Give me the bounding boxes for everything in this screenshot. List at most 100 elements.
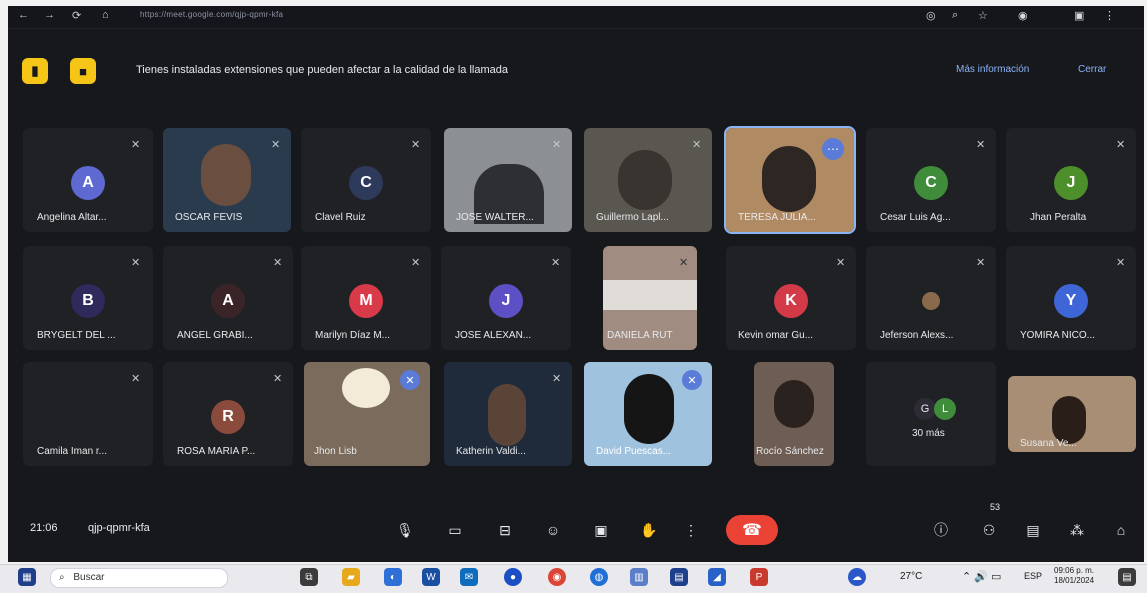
search-icon: ⌕ bbox=[59, 572, 65, 583]
outlook-icon[interactable]: ✉ bbox=[460, 568, 478, 586]
taskbar-search[interactable]: ⌕ Buscar bbox=[50, 568, 228, 588]
video-feed bbox=[342, 368, 390, 408]
participant-tile[interactable]: K ✕ Kevin omar Gu... bbox=[726, 246, 856, 350]
teams-icon[interactable]: ● bbox=[504, 568, 522, 586]
participant-tile[interactable]: J ✕ JOSE ALEXAN... bbox=[441, 246, 571, 350]
vscode-icon[interactable]: ◢ bbox=[708, 568, 726, 586]
chat-icon[interactable]: ▤ bbox=[1022, 519, 1044, 541]
extension-badge-icon: ▮ bbox=[22, 58, 48, 84]
participant-tile[interactable]: ✕ David Puescas... bbox=[584, 362, 712, 466]
meeting-time: 21:06 bbox=[30, 522, 58, 534]
participant-tile[interactable]: ✕ Guillermo Lapl... bbox=[584, 128, 712, 232]
notifications-icon[interactable]: ▤ bbox=[1118, 568, 1136, 586]
back-icon[interactable]: ← bbox=[18, 9, 29, 21]
more-info-link[interactable]: Más información bbox=[956, 64, 1029, 75]
captions-icon[interactable]: ⊟ bbox=[494, 519, 516, 541]
forward-icon[interactable]: → bbox=[44, 9, 55, 21]
participant-tile[interactable]: C ✕ Clavel Ruiz bbox=[301, 128, 431, 232]
mic-muted-icon: ✕ bbox=[552, 139, 562, 151]
tray-icons[interactable]: ⌃ 🔊 ▭ bbox=[962, 570, 1001, 583]
camera-icon[interactable]: ▭ bbox=[444, 519, 466, 541]
lock-icon[interactable]: ⌂ bbox=[102, 9, 109, 21]
mic-muted-icon: ✕ bbox=[976, 139, 986, 151]
participant-name: Clavel Ruiz bbox=[315, 212, 366, 223]
participant-tile[interactable]: ✕ OSCAR FEVIS bbox=[163, 128, 291, 232]
cast-icon[interactable]: ◎ bbox=[926, 9, 936, 22]
participant-name: Jhan Peralta bbox=[1030, 212, 1087, 223]
participant-tile[interactable]: Susana Ve... bbox=[1008, 376, 1136, 452]
video-feed bbox=[774, 380, 814, 428]
people-icon[interactable]: ⚇ bbox=[978, 519, 1000, 541]
participant-name: TERESA JULIA... bbox=[738, 212, 816, 223]
activities-icon[interactable]: ⁂ bbox=[1066, 519, 1088, 541]
participant-name: DANIELA RUT bbox=[607, 330, 673, 341]
chrome-icon[interactable]: ◉ bbox=[548, 568, 566, 586]
participant-tile[interactable]: R ✕ ROSA MARIA P... bbox=[163, 362, 293, 466]
video-feed bbox=[603, 280, 697, 310]
mic-muted-icon: ✕ bbox=[692, 139, 702, 151]
file-explorer-icon[interactable]: ▰ bbox=[342, 568, 360, 586]
participant-tile[interactable]: ✕ DANIELA RUT bbox=[603, 246, 697, 350]
avatar: Y bbox=[1054, 284, 1088, 318]
mic-muted-icon: ✕ bbox=[273, 373, 283, 385]
participant-tile[interactable]: B ✕ BRYGELT DEL ... bbox=[23, 246, 153, 350]
zoom-icon[interactable]: ⌕ bbox=[952, 9, 958, 22]
participant-name: Guillermo Lapl... bbox=[596, 212, 669, 223]
participant-tile[interactable]: J ✕ Jhan Peralta bbox=[1006, 128, 1136, 232]
mic-muted-icon: ✕ bbox=[679, 257, 689, 269]
participant-name: Jeferson Alexs... bbox=[880, 330, 954, 341]
video-feed bbox=[762, 146, 816, 212]
participant-name: David Puescas... bbox=[596, 446, 672, 457]
extension-icon[interactable]: ▣ bbox=[1074, 9, 1084, 22]
end-call-button[interactable]: ☎ bbox=[726, 515, 778, 545]
edge-icon[interactable]: ◐ bbox=[384, 568, 402, 586]
participant-tile[interactable]: ✕ JOSE WALTER... bbox=[444, 128, 572, 232]
participant-tile[interactable]: ✕ Camila Iman r... bbox=[23, 362, 153, 466]
mic-muted-icon: ✕ bbox=[976, 257, 986, 269]
more-options-icon[interactable]: ⋯ bbox=[822, 138, 844, 160]
browser-icon[interactable]: ◍ bbox=[590, 568, 608, 586]
star-icon[interactable]: ☆ bbox=[978, 9, 988, 22]
store-icon[interactable]: ▤ bbox=[670, 568, 688, 586]
task-view-icon[interactable]: ⧉ bbox=[300, 568, 318, 586]
participant-name: Kevin omar Gu... bbox=[738, 330, 814, 341]
weather-icon[interactable]: ☁ bbox=[848, 568, 866, 586]
address-bar[interactable]: https://meet.google.com/qjp-qpmr-kfa bbox=[140, 10, 440, 24]
more-participants-tile[interactable]: G L 30 más bbox=[866, 362, 996, 466]
more-options-icon[interactable]: ⋮ bbox=[680, 519, 702, 541]
start-icon[interactable]: ▦ bbox=[18, 568, 36, 586]
participant-tile[interactable]: ✕ Katherin Valdi... bbox=[444, 362, 572, 466]
avatar bbox=[922, 292, 940, 310]
mic-muted-icon: ✕ bbox=[1116, 257, 1126, 269]
word-icon[interactable]: W bbox=[422, 568, 440, 586]
mic-icon[interactable]: 🎙 bbox=[394, 519, 416, 541]
participant-tile[interactable]: ✕ Jeferson Alexs... bbox=[866, 246, 996, 350]
taskbar-clock[interactable]: 09:06 p. m. 18/01/2024 bbox=[1054, 566, 1094, 586]
reload-icon[interactable]: ⟳ bbox=[72, 9, 81, 22]
host-controls-icon[interactable]: ⌂ bbox=[1110, 519, 1132, 541]
mic-muted-icon: ✕ bbox=[411, 139, 421, 151]
app-icon[interactable]: ▥ bbox=[630, 568, 648, 586]
participant-tile[interactable]: ✕ Jhon Lisb bbox=[304, 362, 430, 466]
meeting-controls-bar bbox=[8, 506, 1144, 562]
participant-tile[interactable]: C ✕ Cesar Luis Ag... bbox=[866, 128, 996, 232]
profile-icon[interactable]: ◉ bbox=[1018, 9, 1028, 22]
language-indicator[interactable]: ESP bbox=[1024, 571, 1042, 581]
participant-tile[interactable]: Y ✕ YOMIRA NICO... bbox=[1006, 246, 1136, 350]
emoji-icon[interactable]: ☺ bbox=[542, 519, 564, 541]
close-banner-button[interactable]: Cerrar bbox=[1078, 64, 1106, 75]
participant-tile[interactable]: A ✕ Angelina Altar... bbox=[23, 128, 153, 232]
participant-name: JOSE ALEXAN... bbox=[455, 330, 532, 341]
present-screen-icon[interactable]: ▣ bbox=[590, 519, 612, 541]
mic-muted-icon: ✕ bbox=[552, 373, 562, 385]
participant-tile-speaking[interactable]: ⋯ TERESA JULIA... bbox=[724, 126, 856, 234]
info-icon[interactable]: ⓘ bbox=[930, 519, 952, 541]
menu-icon[interactable]: ⋮ bbox=[1104, 9, 1115, 22]
participant-tile[interactable]: A ✕ ANGEL GRABI... bbox=[163, 246, 293, 350]
avatar: G bbox=[914, 398, 936, 420]
raise-hand-icon[interactable]: ✋ bbox=[638, 519, 660, 541]
participant-tile[interactable]: M ✕ Marilyn Díaz M... bbox=[301, 246, 431, 350]
video-feed bbox=[488, 384, 526, 446]
pdf-icon[interactable]: P bbox=[750, 568, 768, 586]
participant-tile[interactable]: Rocío Sánchez bbox=[754, 362, 834, 466]
